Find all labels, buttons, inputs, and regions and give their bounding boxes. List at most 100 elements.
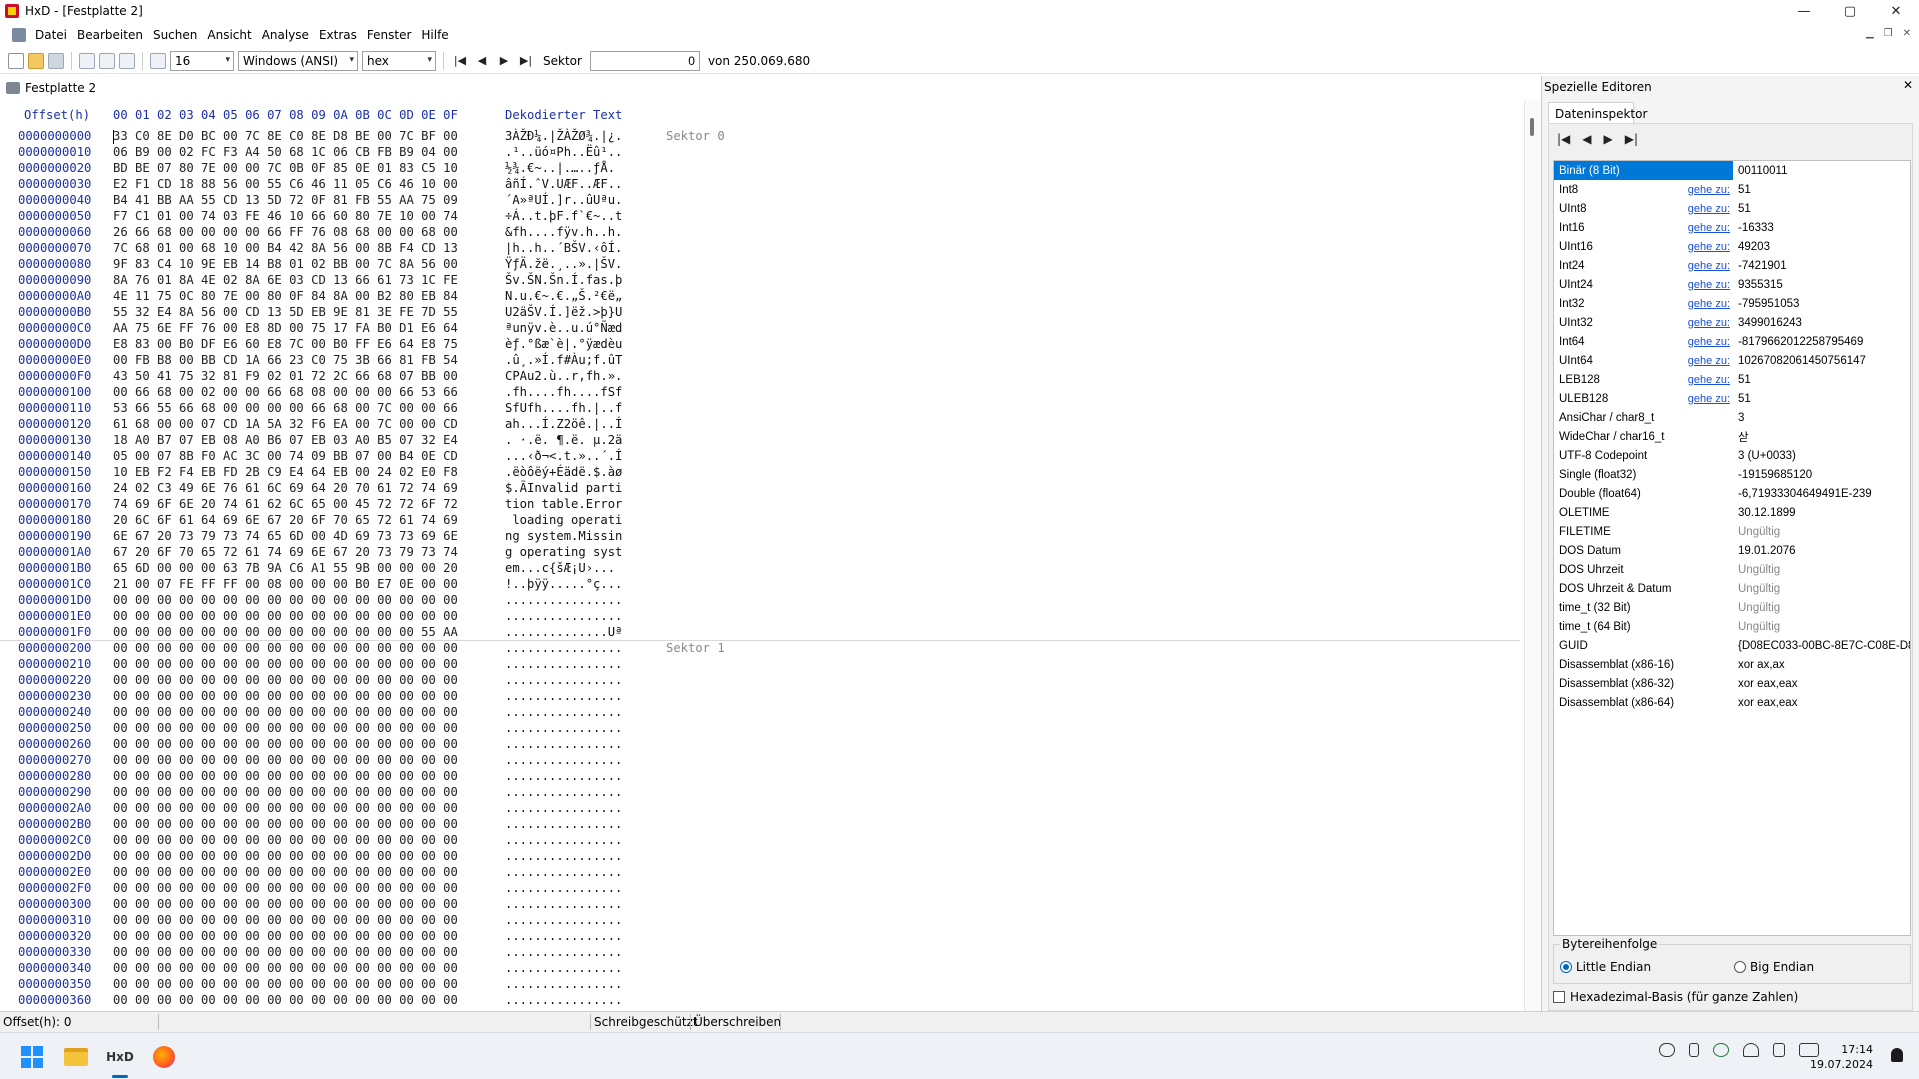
cloud-icon[interactable] bbox=[1659, 1043, 1675, 1057]
inspector-value[interactable]: -6,71933304649491E-239 bbox=[1733, 484, 1910, 503]
row-decoded-text[interactable]: .ëòôëý+Éädë.$.àø bbox=[505, 465, 622, 479]
inspector-value[interactable]: 51 bbox=[1733, 389, 1910, 408]
sector-input[interactable] bbox=[589, 50, 700, 71]
goto-link[interactable]: gehe zu: bbox=[1688, 203, 1730, 215]
goto-link[interactable]: gehe zu: bbox=[1688, 374, 1730, 386]
inspector-value[interactable]: Ungültig bbox=[1733, 617, 1910, 636]
row-bytes[interactable]: 00 00 00 00 00 00 00 00 00 00 00 00 00 0… bbox=[113, 849, 458, 863]
inspector-value[interactable]: 3499016243 bbox=[1733, 313, 1910, 332]
row-decoded-text[interactable]: ................ bbox=[505, 721, 622, 735]
inspector-value[interactable]: xor eax,eax bbox=[1733, 674, 1910, 693]
inspector-value[interactable]: 10267082061450756147 bbox=[1733, 351, 1910, 370]
first-sector-icon[interactable]: |◀ bbox=[451, 54, 469, 67]
row-decoded-text[interactable]: ................ bbox=[505, 913, 622, 927]
inspector-row[interactable]: DOS Datum 19.01.2076 bbox=[1554, 541, 1910, 560]
goto-link[interactable]: gehe zu: bbox=[1688, 184, 1730, 196]
row-bytes[interactable]: 00 00 00 00 00 00 00 00 00 00 00 00 00 0… bbox=[113, 913, 458, 927]
row-decoded-text[interactable]: ÷Á..t.þF.f`€~..t bbox=[505, 209, 622, 223]
row-decoded-text[interactable]: ................ bbox=[505, 753, 622, 767]
row-bytes[interactable]: 00 00 00 00 00 00 00 00 00 00 00 00 00 0… bbox=[113, 593, 458, 607]
row-bytes[interactable]: 65 6D 00 00 00 63 7B 9A C6 A1 55 9B 00 0… bbox=[113, 561, 458, 575]
row-bytes[interactable]: 43 50 41 75 32 81 F9 02 01 72 2C 66 68 0… bbox=[113, 369, 458, 383]
row-decoded-text[interactable]: tion table.Error bbox=[505, 497, 622, 511]
row-decoded-text[interactable]: em...c{šÆ¡U›... bbox=[505, 561, 615, 575]
inspector-row[interactable]: DOS Uhrzeit & Datum Ungültig bbox=[1554, 579, 1910, 598]
inspector-value[interactable]: {D08EC033-00BC-8E7C-C08E-D8BE bbox=[1733, 636, 1910, 655]
taskbar-clock[interactable]: 17:14 19.07.2024 bbox=[1810, 1042, 1873, 1072]
inspector-value[interactable]: 9355315 bbox=[1733, 275, 1910, 294]
inspector-value[interactable]: 30.12.1899 bbox=[1733, 503, 1910, 522]
row-bytes[interactable]: 61 68 00 00 07 CD 1A 5A 32 F6 EA 00 7C 0… bbox=[113, 417, 458, 431]
row-bytes[interactable]: B4 41 BB AA 55 CD 13 5D 72 0F 81 FB 55 A… bbox=[113, 193, 458, 207]
charset-select[interactable]: Windows (ANSI) ▾ bbox=[238, 50, 358, 71]
menu-bearbeiten[interactable]: Bearbeiten bbox=[72, 28, 148, 42]
menu-fenster[interactable]: Fenster bbox=[362, 28, 417, 42]
inspector-row[interactable]: Int8 gehe zu: 51 bbox=[1554, 180, 1910, 199]
row-bytes[interactable]: 00 00 00 00 00 00 00 00 00 00 00 00 00 0… bbox=[113, 929, 458, 943]
row-decoded-text[interactable]: ŸƒÄ.žë.¸..».|ŠV. bbox=[505, 257, 622, 271]
inspector-row[interactable]: Binär (8 Bit) 00110011 bbox=[1554, 161, 1910, 180]
row-bytes[interactable]: 00 00 00 00 00 00 00 00 00 00 00 00 00 0… bbox=[113, 977, 458, 991]
last-byte-icon[interactable]: ▶| bbox=[1625, 132, 1638, 146]
usb-drive-icon[interactable] bbox=[1689, 1043, 1699, 1057]
menu-extras[interactable]: Extras bbox=[314, 28, 362, 42]
row-decoded-text[interactable]: ................ bbox=[505, 673, 622, 687]
menu-suchen[interactable]: Suchen bbox=[148, 28, 202, 42]
row-decoded-text[interactable]: ................ bbox=[505, 657, 622, 671]
row-bytes[interactable]: 00 00 00 00 00 00 00 00 00 00 00 00 00 0… bbox=[113, 961, 458, 975]
inspector-row[interactable]: ULEB128 gehe zu: 51 bbox=[1554, 389, 1910, 408]
row-decoded-text[interactable]: èƒ.°ßæ`è|.°ÿædèu bbox=[505, 337, 622, 351]
row-bytes[interactable]: 06 B9 00 02 FC F3 A4 50 68 1C 06 CB FB B… bbox=[113, 145, 458, 159]
row-decoded-text[interactable]: ................ bbox=[505, 977, 622, 991]
inspector-value[interactable]: 51 bbox=[1733, 180, 1910, 199]
row-decoded-text[interactable]: ..............Uª bbox=[505, 625, 622, 639]
inspector-row[interactable]: UInt32 gehe zu: 3499016243 bbox=[1554, 313, 1910, 332]
row-bytes[interactable]: 00 00 00 00 00 00 00 00 00 00 00 00 00 0… bbox=[113, 881, 458, 895]
row-bytes[interactable]: 6E 67 20 73 79 73 74 65 6D 00 4D 69 73 7… bbox=[113, 529, 458, 543]
inspector-value[interactable]: -8179662012258795469 bbox=[1733, 332, 1910, 351]
firefox-taskbar-button[interactable] bbox=[150, 1043, 178, 1071]
row-bytes[interactable]: 24 02 C3 49 6E 76 61 6C 69 64 20 70 61 7… bbox=[113, 481, 458, 495]
close-button[interactable]: ✕ bbox=[1873, 0, 1919, 22]
menu-analyse[interactable]: Analyse bbox=[257, 28, 314, 42]
next-sector-icon[interactable]: ▶ bbox=[495, 54, 513, 67]
row-decoded-text[interactable]: . ·.ë. ¶.ë. µ.2ä bbox=[505, 433, 622, 447]
goto-link[interactable]: gehe zu: bbox=[1688, 222, 1730, 234]
row-bytes[interactable]: E8 83 00 B0 DF E6 60 E8 7C 00 B0 FF E6 6… bbox=[113, 337, 458, 351]
row-decoded-text[interactable]: N.u.€~.€.„Š.²€ë„ bbox=[505, 289, 622, 303]
row-bytes[interactable]: 00 00 00 00 00 00 00 00 00 00 00 00 00 0… bbox=[113, 625, 458, 639]
row-decoded-text[interactable]: U2äŠV.Í.]ëž.>þ}U bbox=[505, 305, 622, 319]
row-decoded-text[interactable]: $.ÃInvalid parti bbox=[505, 481, 622, 495]
row-bytes[interactable]: 00 00 00 00 00 00 00 00 00 00 00 00 00 0… bbox=[113, 769, 458, 783]
row-bytes[interactable]: AA 75 6E FF 76 00 E8 8D 00 75 17 FA B0 D… bbox=[113, 321, 458, 335]
next-byte-icon[interactable]: ▶ bbox=[1604, 132, 1613, 146]
inspector-row[interactable]: UInt8 gehe zu: 51 bbox=[1554, 199, 1910, 218]
security-shield-icon[interactable] bbox=[1713, 1043, 1729, 1057]
menu-hilfe[interactable]: Hilfe bbox=[416, 28, 453, 42]
row-decoded-text[interactable]: ................ bbox=[505, 945, 622, 959]
inspector-row[interactable]: time_t (32 Bit) Ungültig bbox=[1554, 598, 1910, 617]
inspector-row[interactable]: Int24 gehe zu: -7421901 bbox=[1554, 256, 1910, 275]
mdi-restore-icon[interactable]: ❐ bbox=[1884, 28, 1893, 39]
goto-link[interactable]: gehe zu: bbox=[1688, 393, 1730, 405]
row-bytes[interactable]: 9F 83 C4 10 9E EB 14 B8 01 02 BB 00 7C 8… bbox=[113, 257, 458, 271]
minimize-button[interactable]: — bbox=[1781, 0, 1827, 22]
row-decoded-text[interactable]: ªunÿv.è..u.ú°Ñæd bbox=[505, 321, 622, 335]
row-bytes[interactable]: 00 00 00 00 00 00 00 00 00 00 00 00 00 0… bbox=[113, 609, 458, 623]
row-decoded-text[interactable]: ................ bbox=[505, 593, 622, 607]
inspector-value[interactable]: -16333 bbox=[1733, 218, 1910, 237]
row-decoded-text[interactable]: loading operati bbox=[505, 513, 622, 527]
row-decoded-text[interactable]: ...‹ð¬<.t.»..´.Í bbox=[505, 449, 622, 463]
row-bytes[interactable]: 00 00 00 00 00 00 00 00 00 00 00 00 00 0… bbox=[113, 721, 458, 735]
hex-editor-view[interactable]: Offset(h) 00 01 02 03 04 05 06 07 08 09 … bbox=[0, 100, 1540, 1011]
row-bytes[interactable]: 00 00 00 00 00 00 00 00 00 00 00 00 00 0… bbox=[113, 737, 458, 751]
inspector-value[interactable]: 00110011 bbox=[1733, 161, 1910, 180]
bytes-per-row-select[interactable]: 16 ▾ bbox=[170, 50, 234, 71]
speaker-icon[interactable] bbox=[1773, 1043, 1785, 1057]
row-bytes[interactable]: 00 00 00 00 00 00 00 00 00 00 00 00 00 0… bbox=[113, 689, 458, 703]
row-bytes[interactable]: 00 00 00 00 00 00 00 00 00 00 00 00 00 0… bbox=[113, 865, 458, 879]
row-decoded-text[interactable]: ................ bbox=[505, 881, 622, 895]
row-decoded-text[interactable]: |h..h..´BŠV.‹ôÍ. bbox=[505, 241, 622, 255]
open-folder-icon[interactable] bbox=[28, 52, 44, 69]
panel-close-icon[interactable]: ✕ bbox=[1903, 78, 1913, 92]
